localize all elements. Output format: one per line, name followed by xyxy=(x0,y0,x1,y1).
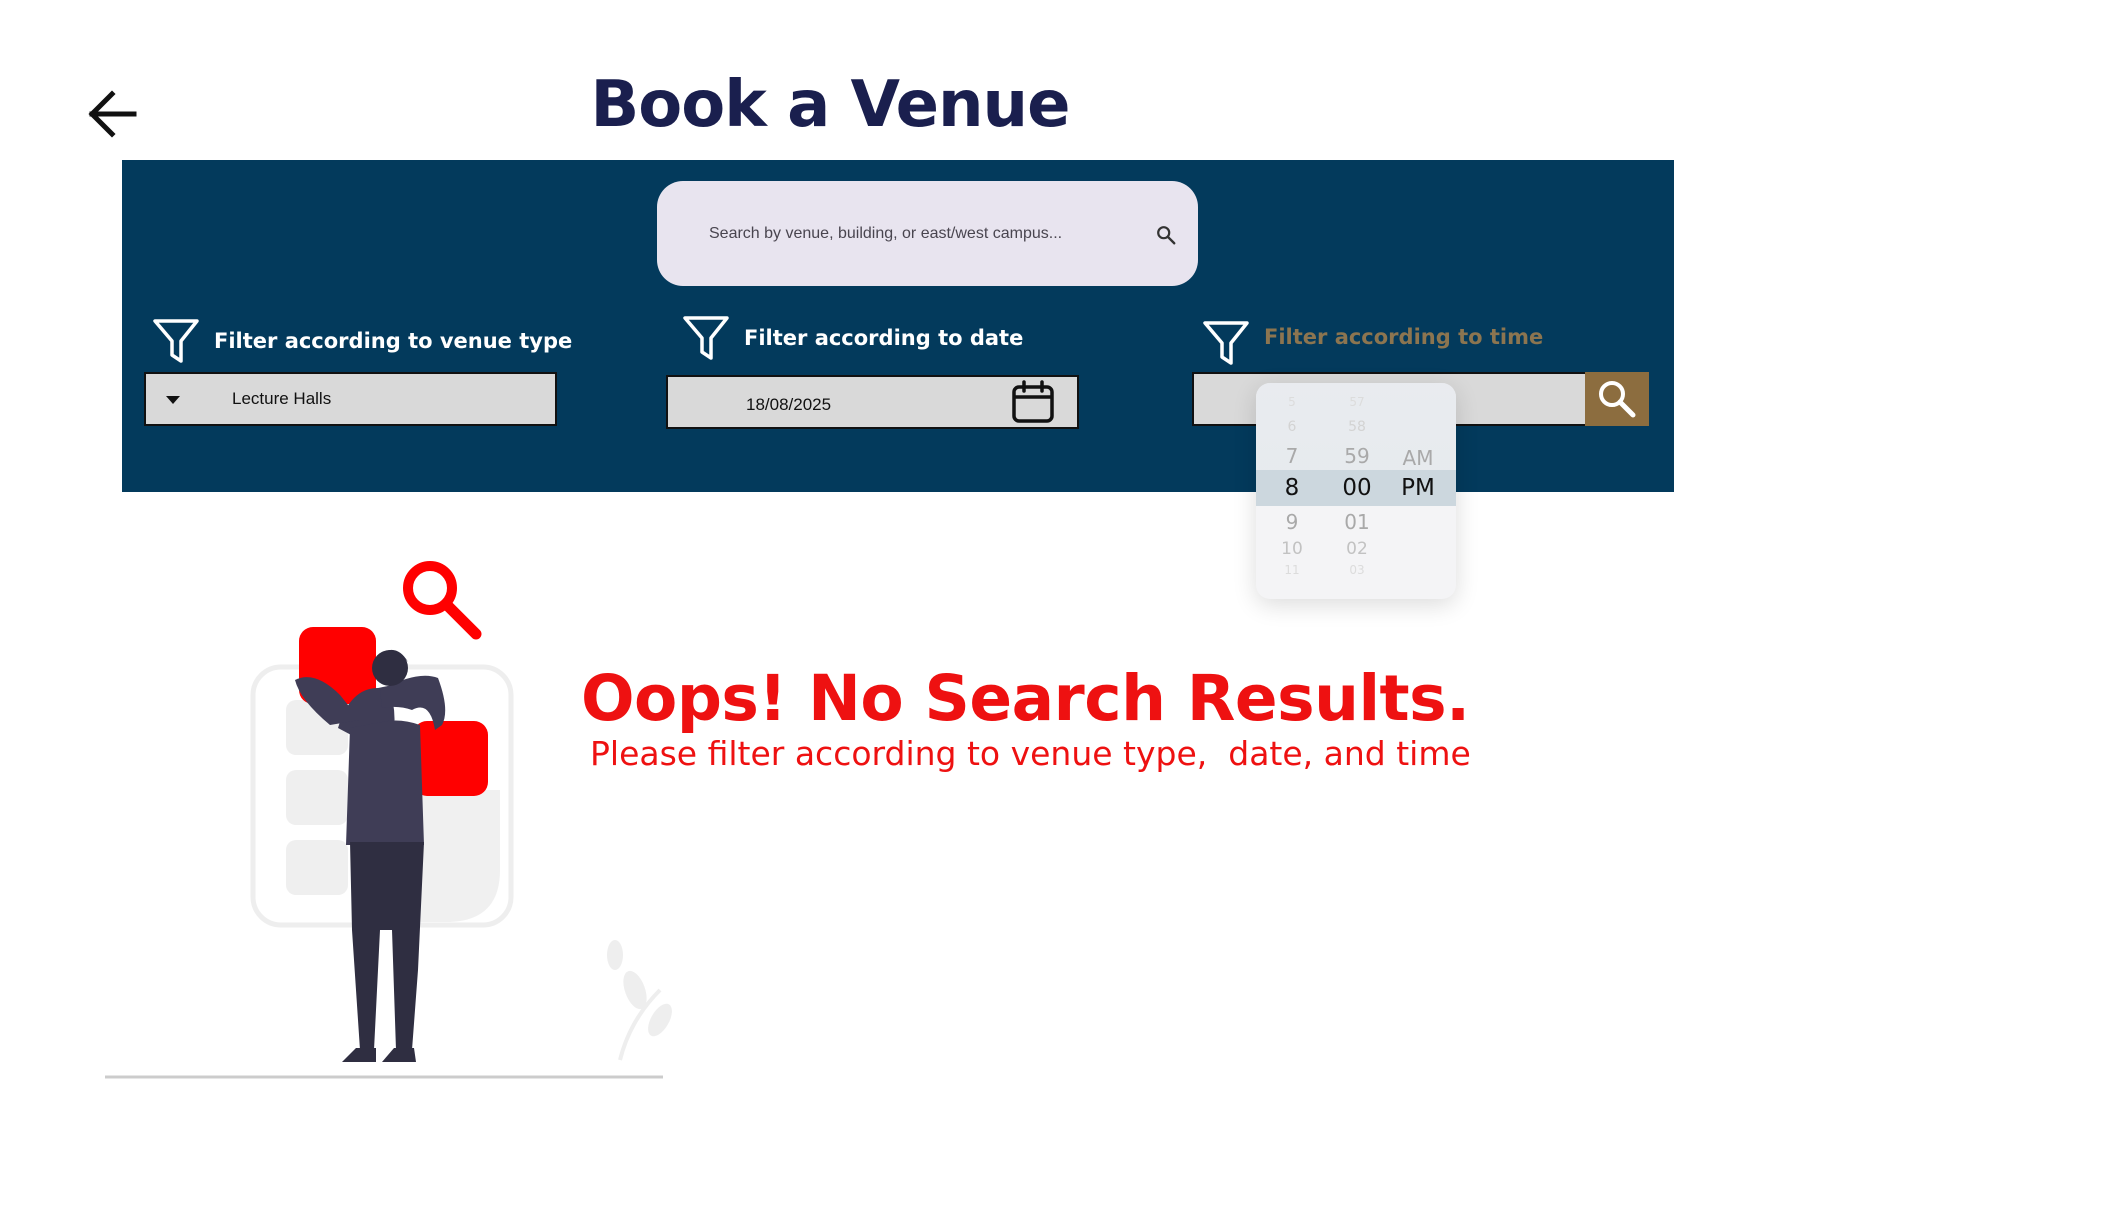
venue-type-filter-label: Filter according to venue type xyxy=(152,318,572,364)
minute-option[interactable]: 03 xyxy=(1327,563,1387,577)
hour-option[interactable]: 9 xyxy=(1262,510,1322,534)
minute-option[interactable]: 02 xyxy=(1327,539,1387,559)
filter-icon xyxy=(1203,321,1249,365)
hour-option[interactable]: 10 xyxy=(1262,539,1322,559)
filter-icon xyxy=(683,316,729,360)
page-title: Book a Venue xyxy=(590,68,1071,142)
time-filter-label: Filter according to time xyxy=(1202,320,1543,366)
date-value: 18/08/2025 xyxy=(746,395,832,414)
minute-option[interactable]: 59 xyxy=(1327,444,1387,468)
venue-type-dropdown[interactable]: Lecture Halls xyxy=(144,372,557,426)
minute-option[interactable]: 57 xyxy=(1327,395,1387,409)
hour-option[interactable]: 6 xyxy=(1262,419,1322,435)
search-icon xyxy=(1599,381,1636,418)
minute-option[interactable]: 01 xyxy=(1327,510,1387,534)
no-results-title: Oops! No Search Results. xyxy=(581,662,1470,735)
date-input[interactable]: 18/08/2025 xyxy=(666,375,1079,429)
search-icon[interactable] xyxy=(1155,224,1177,246)
woman-searching-illustration xyxy=(105,561,672,1079)
hour-option[interactable]: 5 xyxy=(1262,395,1322,409)
date-filter-label: Filter according to date xyxy=(682,315,1023,361)
venue-type-value: Lecture Halls xyxy=(232,389,332,408)
no-results-message: Please filter according to venue type, d… xyxy=(590,734,1471,773)
calendar-icon[interactable] xyxy=(1010,379,1056,425)
search-bar[interactable] xyxy=(657,181,1198,286)
time-picker-wheel[interactable]: 5 6 7 8 9 10 11 57 58 59 00 01 02 03 AM … xyxy=(1256,383,1456,599)
filter-icon xyxy=(153,319,199,363)
hour-option[interactable]: 7 xyxy=(1262,444,1322,468)
period-option[interactable]: AM xyxy=(1388,446,1448,470)
hour-option-selected[interactable]: 8 xyxy=(1262,475,1322,501)
minute-option-selected[interactable]: 00 xyxy=(1327,475,1387,501)
minute-option[interactable]: 58 xyxy=(1327,419,1387,435)
period-option-selected[interactable]: PM xyxy=(1388,475,1448,501)
search-button[interactable] xyxy=(1585,372,1649,426)
search-input[interactable] xyxy=(707,217,1141,251)
dropdown-caret-icon[interactable] xyxy=(166,396,180,404)
hour-option[interactable]: 11 xyxy=(1262,563,1322,577)
